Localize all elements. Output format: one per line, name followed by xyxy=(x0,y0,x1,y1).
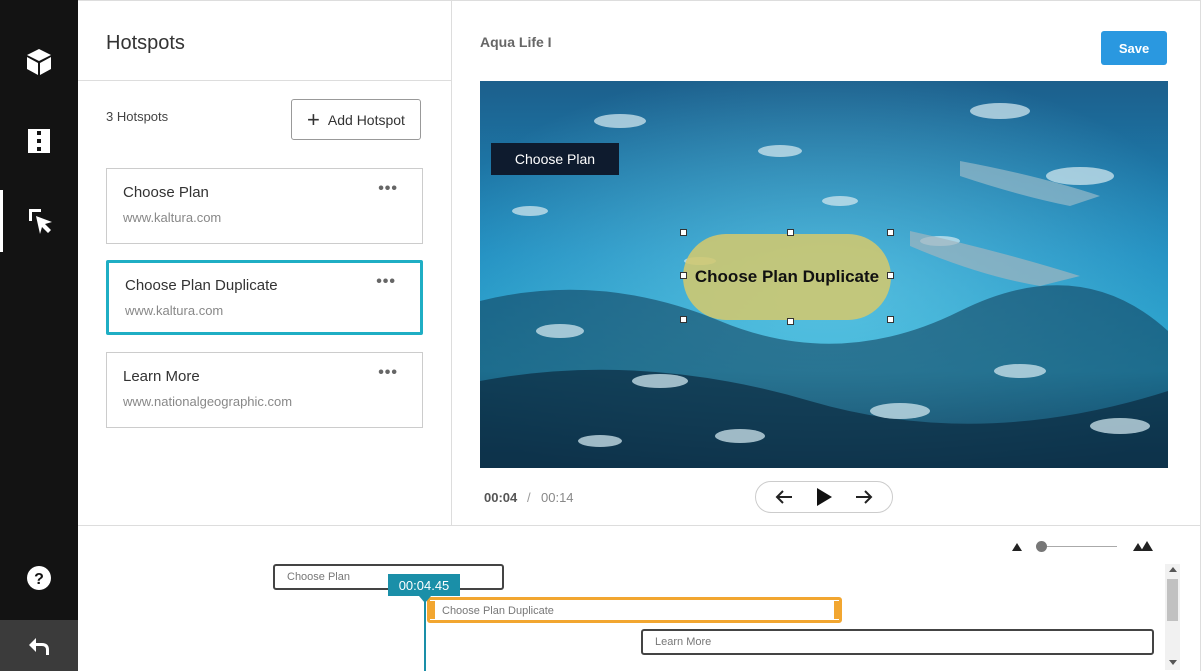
cube-icon xyxy=(27,49,51,75)
zoom-out-icon[interactable] xyxy=(1011,542,1023,552)
hotspot-overlay-duplicate[interactable]: Choose Plan Duplicate xyxy=(683,234,891,320)
step-back-button[interactable] xyxy=(769,482,799,512)
hotspot-name: Choose Plan xyxy=(123,184,209,201)
scroll-thumb[interactable] xyxy=(1167,579,1178,621)
trim-handle-left[interactable] xyxy=(429,601,435,619)
more-options-icon[interactable]: ••• xyxy=(376,273,396,291)
hotspot-count: 3 Hotspots xyxy=(106,109,169,124)
hotspot-card[interactable]: Choose Plan www.kaltura.com ••• xyxy=(106,168,423,244)
more-options-icon[interactable]: ••• xyxy=(378,364,398,382)
zoom-control xyxy=(1011,539,1156,555)
rail-item-hotspots[interactable] xyxy=(0,190,78,252)
video-preview[interactable]: Choose Plan Choose Plan Duplicate xyxy=(480,81,1168,468)
svg-text:?: ? xyxy=(34,571,44,588)
hotspot-name: Choose Plan Duplicate xyxy=(125,277,278,294)
playhead-time[interactable]: 00:04.45 xyxy=(388,574,460,596)
timeline-bar[interactable]: Learn More xyxy=(641,629,1154,655)
rail-item-back[interactable] xyxy=(0,620,78,671)
zoom-slider-track[interactable] xyxy=(1039,546,1117,547)
timeline-bar-label: Choose Plan Duplicate xyxy=(442,605,554,617)
scroll-up-icon[interactable] xyxy=(1169,567,1177,572)
add-hotspot-label: Add Hotspot xyxy=(327,111,405,128)
resize-handle[interactable] xyxy=(887,229,894,236)
help-icon: ? xyxy=(27,566,51,590)
more-options-icon[interactable]: ••• xyxy=(378,180,398,198)
resize-handle[interactable] xyxy=(887,272,894,279)
resize-handle[interactable] xyxy=(787,229,794,236)
hotspot-name: Learn More xyxy=(123,368,200,385)
time-separator: / xyxy=(527,490,531,505)
scroll-down-icon[interactable] xyxy=(1169,660,1177,665)
play-icon xyxy=(817,488,832,506)
playhead-pointer xyxy=(419,596,431,603)
rail-item-help[interactable]: ? xyxy=(0,547,78,609)
hotspot-card-selected[interactable]: Choose Plan Duplicate www.kaltura.com ••… xyxy=(106,260,423,335)
video-title: Aqua Life I xyxy=(480,34,552,50)
step-forward-button[interactable] xyxy=(849,482,879,512)
back-arrow-icon xyxy=(29,637,49,655)
resize-handle[interactable] xyxy=(887,316,894,323)
play-button[interactable] xyxy=(809,482,839,512)
playhead-line[interactable] xyxy=(424,598,426,671)
side-rail: ? xyxy=(0,0,78,671)
trim-handle-right[interactable] xyxy=(834,601,840,619)
plus-icon: + xyxy=(307,106,320,132)
resize-handle[interactable] xyxy=(680,272,687,279)
hotspot-overlay-choose-plan[interactable]: Choose Plan xyxy=(491,143,619,175)
divider xyxy=(78,80,451,81)
zoom-in-icon[interactable] xyxy=(1132,540,1156,552)
playback-controls xyxy=(755,481,893,513)
resize-handle[interactable] xyxy=(787,318,794,325)
arrow-right-icon xyxy=(856,490,873,504)
add-hotspot-button[interactable]: + Add Hotspot xyxy=(291,99,421,140)
current-time: 00:04 xyxy=(484,490,518,505)
zoom-slider-knob[interactable] xyxy=(1036,541,1047,552)
timeline-scrollbar[interactable] xyxy=(1165,564,1180,670)
hotspot-card[interactable]: Learn More www.nationalgeographic.com ••… xyxy=(106,352,423,428)
hotspot-url: www.kaltura.com xyxy=(123,210,222,225)
resize-handle[interactable] xyxy=(680,316,687,323)
hotspot-url: www.nationalgeographic.com xyxy=(123,394,293,409)
hotspot-url: www.kaltura.com xyxy=(125,303,224,318)
arrow-left-icon xyxy=(775,490,792,504)
total-time: 00:14 xyxy=(541,490,574,505)
cursor-select-icon xyxy=(28,209,52,234)
save-button[interactable]: Save xyxy=(1101,31,1167,65)
rail-item-cube[interactable] xyxy=(0,31,78,93)
panel-title: Hotspots xyxy=(106,32,185,54)
hotspots-panel: Hotspots 3 Hotspots + Add Hotspot Choose… xyxy=(78,0,452,525)
film-strip-icon xyxy=(28,129,50,153)
resize-handle[interactable] xyxy=(680,229,687,236)
rail-item-film[interactable] xyxy=(0,110,78,172)
timeline-bar-selected[interactable]: Choose Plan Duplicate xyxy=(427,597,842,623)
